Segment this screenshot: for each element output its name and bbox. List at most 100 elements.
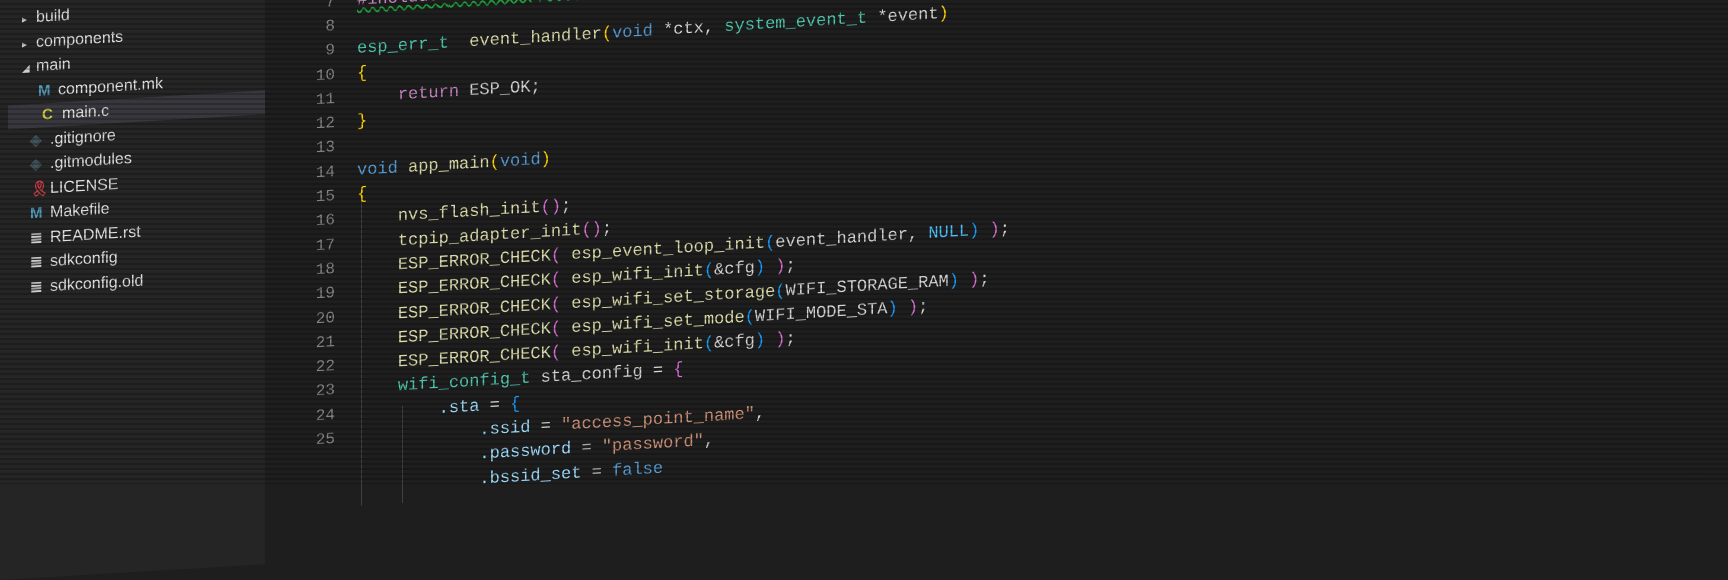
code-token: ( xyxy=(550,343,562,364)
code-token: } xyxy=(357,112,368,132)
explorer-section-header[interactable]: ◢MY_IOT_APP xyxy=(6,0,105,3)
line-number: 23 xyxy=(315,381,335,401)
code-token: ; xyxy=(918,297,929,318)
line-number: 18 xyxy=(315,259,335,280)
code-token: "access_point_name" xyxy=(561,405,755,436)
code-token: .bssid_set xyxy=(479,464,582,490)
code-token: &cfg xyxy=(714,332,755,354)
code-token: ) xyxy=(969,270,980,290)
makefile-icon: M xyxy=(38,81,51,100)
code-token: = xyxy=(581,462,613,484)
code-token: () xyxy=(581,219,602,241)
line-number: 7 xyxy=(325,0,335,12)
license-icon: 🎗 xyxy=(30,179,50,198)
line-number: 11 xyxy=(315,89,335,110)
code-token: ( xyxy=(550,319,562,340)
code-token: ) xyxy=(775,330,786,351)
code-token: ESP_ERROR_CHECK xyxy=(397,295,551,324)
sidebar-item-components[interactable]: ▸ components xyxy=(22,25,123,55)
code-line[interactable]: { xyxy=(357,185,367,205)
code-token: ) xyxy=(969,221,980,242)
code-line[interactable]: .sta = { xyxy=(357,395,521,424)
line-number: 25 xyxy=(315,430,335,450)
code-token: system_event_t xyxy=(724,9,868,38)
line-number: 10 xyxy=(315,65,335,85)
sidebar-item-label: .gitmodules xyxy=(50,150,132,173)
text-file-icon: ≣ xyxy=(30,253,43,272)
code-token: ; xyxy=(561,197,572,217)
code-token: esp_wifi_init xyxy=(571,335,704,363)
code-token: false xyxy=(612,459,664,482)
line-number: 19 xyxy=(315,284,335,304)
code-token: ( xyxy=(601,24,613,45)
code-token: ) xyxy=(938,4,949,25)
code-token: .password xyxy=(479,440,572,465)
code-token: .sta xyxy=(438,397,480,419)
code-token: () xyxy=(540,197,562,219)
code-token: wifi_config_t xyxy=(397,369,531,397)
code-line[interactable]: #include "driver/gpio.h" xyxy=(357,0,602,10)
sidebar-item-label: components xyxy=(36,28,124,51)
sidebar-item-readme-rst[interactable]: ≣ README.rst xyxy=(30,220,141,251)
git-icon: ◈ xyxy=(30,131,42,149)
c-file-icon: C xyxy=(42,105,53,124)
code-token: ; xyxy=(785,329,796,350)
code-line[interactable]: } xyxy=(357,112,367,132)
line-number: 24 xyxy=(315,405,335,425)
code-editor[interactable]: 5678910111213141516171819202122232425#in… xyxy=(265,0,1728,565)
chevron-right-icon: ▸ xyxy=(22,38,28,51)
code-token: "password" xyxy=(601,432,704,458)
code-line[interactable]: return ESP_OK; xyxy=(357,78,541,108)
sidebar-item-label: main.c xyxy=(62,102,110,123)
sidebar-item-label: Makefile xyxy=(50,200,110,222)
code-token: WIFI_MODE_STA xyxy=(754,300,888,327)
code-token: ( xyxy=(744,307,755,328)
line-number: 21 xyxy=(315,332,335,353)
code-token: void xyxy=(499,150,541,172)
code-token: ) xyxy=(754,331,766,352)
code-line[interactable]: esp_err_t event_handler(void *ctx, syste… xyxy=(357,5,949,59)
code-token: { xyxy=(673,360,684,381)
code-token: *event xyxy=(867,5,939,29)
code-token: WIFI_STORAGE_RAM xyxy=(785,272,949,301)
sidebar-item-main[interactable]: ◢ main xyxy=(22,53,71,80)
code-token: ( xyxy=(765,233,776,254)
code-token: return xyxy=(397,82,460,106)
code-token: esp_wifi_init xyxy=(571,262,704,290)
code-token: ESP_ERROR_CHECK xyxy=(397,271,551,300)
code-token: , xyxy=(703,431,715,452)
code-token: esp_err_t xyxy=(357,34,449,59)
code-token: ; xyxy=(601,219,613,239)
code-token: ESP_ERROR_CHECK xyxy=(397,247,551,276)
code-token: nvs_flash_init xyxy=(397,199,541,227)
sidebar-item-build[interactable]: ▸ build xyxy=(22,4,70,31)
code-token: .ssid xyxy=(479,418,531,441)
makefile-icon: M xyxy=(30,204,43,223)
chevron-down-icon: ◢ xyxy=(22,63,30,75)
code-token: "driver/gpio.h" xyxy=(449,0,602,5)
code-line[interactable]: void app_main(void) xyxy=(357,150,551,181)
code-token: ( xyxy=(550,270,562,291)
chevron-down-icon: ◢ xyxy=(6,0,20,5)
line-number: 15 xyxy=(315,187,335,207)
code-token: ) xyxy=(989,220,1000,241)
code-token: void xyxy=(612,22,653,44)
code-token: app_main xyxy=(408,153,490,178)
code-token: ) xyxy=(907,298,919,318)
code-token: event_handler xyxy=(469,25,602,53)
code-line[interactable]: { xyxy=(357,64,367,84)
line-number: 22 xyxy=(315,357,335,377)
